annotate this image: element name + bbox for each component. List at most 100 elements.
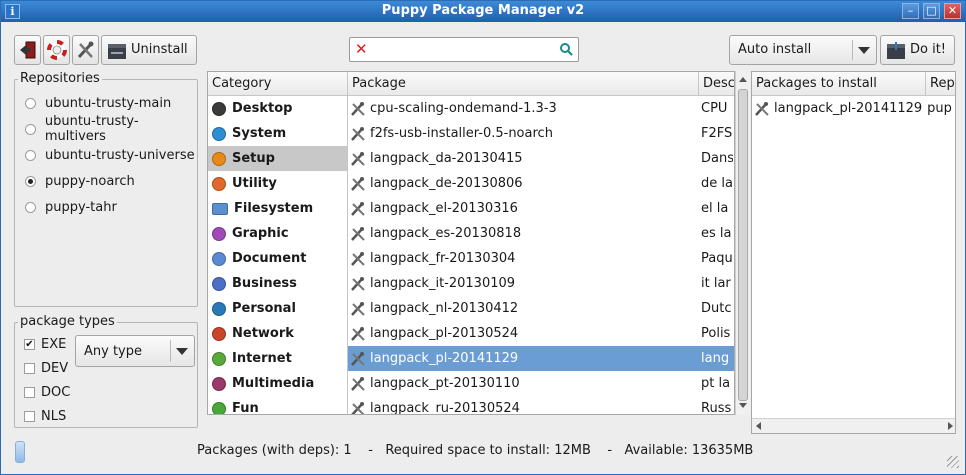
checkbox[interactable]: ✔ xyxy=(24,338,35,350)
category-list[interactable]: Category Desktop System Setup Utility Filesy… xyxy=(207,71,348,415)
category-item[interactable]: Document xyxy=(208,246,348,271)
package-row[interactable]: f2fs-usb-installer-0.5-noarch F2FS xyxy=(348,121,734,146)
category-item[interactable]: Setup xyxy=(208,146,348,171)
category-item[interactable]: System xyxy=(208,121,348,146)
repository-option[interactable]: ubuntu-trusty-universe xyxy=(25,145,195,165)
package-description: Paqu xyxy=(701,251,733,266)
category-header[interactable]: Category xyxy=(208,72,348,96)
package-row[interactable]: langpack_da-20130415 Dans xyxy=(348,146,734,171)
resize-grip[interactable] xyxy=(947,456,959,468)
search-field[interactable]: ✕ xyxy=(349,37,579,62)
scroll-down-icon[interactable] xyxy=(739,403,747,408)
title-bar[interactable]: i Puppy Package Manager v2 – □ ✕ xyxy=(1,1,965,22)
help-button[interactable] xyxy=(43,35,70,65)
uninstall-button[interactable]: Uninstall xyxy=(101,35,197,65)
search-input[interactable] xyxy=(374,40,554,59)
radio-button[interactable] xyxy=(25,149,36,161)
tools-icon xyxy=(351,101,365,116)
package-description: Dutc xyxy=(701,301,732,316)
repository-option[interactable]: puppy-noarch xyxy=(25,171,135,191)
package-list[interactable]: Package Desc cpu-scaling-ondemand-1.3-3 C… xyxy=(347,71,735,415)
category-item[interactable]: Desktop xyxy=(208,96,348,121)
configure-button[interactable] xyxy=(72,35,99,65)
close-button[interactable]: ✕ xyxy=(944,3,961,19)
package-name: cpu-scaling-ondemand-1.3-3 xyxy=(370,101,557,116)
repository-option[interactable]: ubuntu-trusty-main xyxy=(25,93,171,113)
lifebuoy-icon xyxy=(46,40,67,60)
package-list-scrollbar[interactable] xyxy=(735,71,750,415)
scroll-up-icon[interactable] xyxy=(739,77,747,82)
package-icon xyxy=(887,42,905,59)
package-name: langpack_el-20130316 xyxy=(370,201,518,216)
package-type-option[interactable]: DEV xyxy=(24,358,68,378)
install-package-name: langpack_pl-20141129 xyxy=(774,101,923,116)
package-row[interactable]: langpack_pl-20130524 Polis xyxy=(348,321,734,346)
tools-icon xyxy=(351,151,365,166)
minimize-button[interactable]: – xyxy=(902,3,919,19)
package-column-header[interactable]: Package xyxy=(348,72,699,96)
repository-option[interactable]: ubuntu-trusty-multivers xyxy=(25,114,197,144)
do-it-button[interactable]: Do it! xyxy=(880,35,955,65)
search-icon[interactable] xyxy=(559,42,573,56)
category-item[interactable]: Utility xyxy=(208,171,348,196)
install-list[interactable]: Packages to install Rep langpack_pl-2014… xyxy=(751,71,956,434)
package-name: langpack_fr-20130304 xyxy=(370,251,516,266)
package-type-select[interactable]: Any type xyxy=(75,335,195,367)
package-name: langpack_ru-20130524 xyxy=(370,401,520,415)
exit-icon xyxy=(19,41,35,59)
category-item[interactable]: Graphic xyxy=(208,221,348,246)
package-row[interactable]: langpack_nl-20130412 Dutc xyxy=(348,296,734,321)
radio-button[interactable] xyxy=(25,175,36,187)
quit-button[interactable] xyxy=(14,35,41,65)
category-item[interactable]: Fun xyxy=(208,396,348,414)
package-row[interactable]: langpack_pl-20141129 lang xyxy=(348,346,734,371)
repository-option[interactable]: puppy-tahr xyxy=(25,197,117,217)
package-type-option[interactable]: ✔ EXE xyxy=(24,334,66,354)
category-item[interactable]: Filesystem xyxy=(208,196,348,221)
utility-icon xyxy=(212,176,226,191)
checkbox[interactable] xyxy=(24,410,35,422)
scrollbar-thumb[interactable] xyxy=(738,89,748,401)
description-column-header[interactable]: Desc xyxy=(699,72,734,96)
category-item[interactable]: Internet xyxy=(208,346,348,371)
category-label: Setup xyxy=(232,151,275,166)
category-item[interactable]: Network xyxy=(208,321,348,346)
maximize-button[interactable]: □ xyxy=(923,3,940,19)
install-repo-header[interactable]: Rep xyxy=(926,72,955,96)
tools-icon xyxy=(351,276,365,291)
package-description: CPU xyxy=(701,101,728,116)
package-name: langpack_pl-20141129 xyxy=(370,351,519,366)
package-name: langpack_nl-20130412 xyxy=(370,301,519,316)
category-item[interactable]: Personal xyxy=(208,296,348,321)
checkbox[interactable] xyxy=(24,362,35,374)
install-mode-select[interactable]: Auto install xyxy=(729,35,877,65)
install-row[interactable]: langpack_pl-20141129 pup xyxy=(752,96,955,121)
checkbox[interactable] xyxy=(24,386,35,398)
category-item[interactable]: Business xyxy=(208,271,348,296)
package-row[interactable]: langpack_ru-20130524 Russ xyxy=(348,396,734,415)
install-package-header[interactable]: Packages to install xyxy=(752,72,926,96)
folder-icon xyxy=(212,202,228,215)
package-row[interactable]: langpack_de-20130806 de la xyxy=(348,171,734,196)
category-item[interactable]: Multimedia xyxy=(208,371,348,396)
scroll-left-icon[interactable] xyxy=(756,422,761,430)
install-list-hscrollbar[interactable] xyxy=(752,418,955,433)
radio-button[interactable] xyxy=(25,201,36,213)
package-row[interactable]: langpack_el-20130316 el la xyxy=(348,196,734,221)
package-row[interactable]: cpu-scaling-ondemand-1.3-3 CPU xyxy=(348,96,734,121)
category-label: Graphic xyxy=(232,226,289,241)
package-row[interactable]: langpack_it-20130109 it lar xyxy=(348,271,734,296)
scroll-right-icon[interactable] xyxy=(948,422,953,430)
package-row[interactable]: langpack_fr-20130304 Paqu xyxy=(348,246,734,271)
package-description: es la xyxy=(701,226,732,241)
package-type-option[interactable]: DOC xyxy=(24,382,70,402)
fun-icon xyxy=(212,401,226,414)
package-type-label: NLS xyxy=(41,408,67,424)
package-row[interactable]: langpack_es-20130818 es la xyxy=(348,221,734,246)
clear-icon[interactable]: ✕ xyxy=(355,41,368,58)
radio-button[interactable] xyxy=(25,97,36,109)
package-row[interactable]: langpack_pt-20130110 pt la xyxy=(348,371,734,396)
package-type-option[interactable]: NLS xyxy=(24,406,66,426)
radio-button[interactable] xyxy=(25,123,36,135)
package-name: langpack_de-20130806 xyxy=(370,176,523,191)
